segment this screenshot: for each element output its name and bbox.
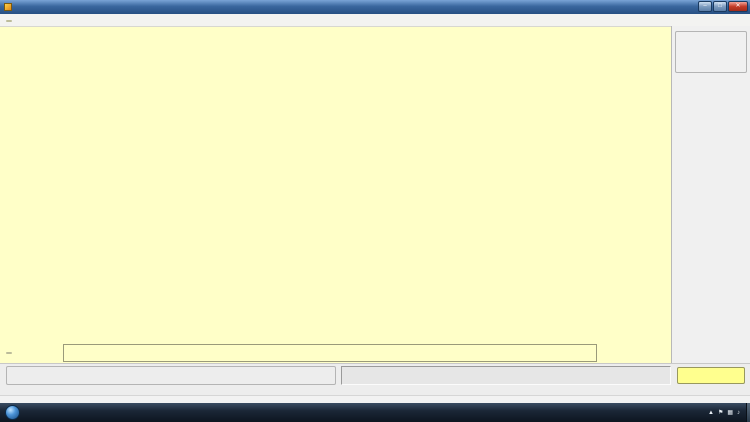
taskbar: ▲ ⚑ ▦ ♪ xyxy=(0,403,750,422)
volume-icon[interactable]: ♪ xyxy=(737,410,740,416)
legend-row-2 xyxy=(66,354,594,362)
hidden-icons-chevron-icon[interactable]: ▲ xyxy=(708,410,714,416)
chart-view-group xyxy=(675,31,747,73)
system-tray: ▲ ⚑ ▦ ♪ xyxy=(704,403,744,422)
title-bar[interactable]: – □ ✕ xyxy=(0,0,750,14)
legend-row-1 xyxy=(66,346,594,354)
frequency-response-chart[interactable] xyxy=(0,26,750,363)
ready-status xyxy=(0,395,750,403)
audiolense-window: – □ ✕ ▲ ⚑ ▦ ♪ xyxy=(0,0,750,422)
chart-legend xyxy=(63,344,597,362)
minimize-button[interactable]: – xyxy=(698,1,712,12)
action-center-flag-icon[interactable]: ⚑ xyxy=(718,410,723,416)
mag-label[interactable] xyxy=(6,20,12,22)
maximize-button[interactable]: □ xyxy=(713,1,727,12)
start-button-icon[interactable] xyxy=(5,405,20,420)
show-desktop-button[interactable] xyxy=(746,403,750,422)
bottom-chart-view-group xyxy=(6,366,336,385)
sidebar xyxy=(671,26,750,363)
close-button[interactable]: ✕ xyxy=(728,1,748,12)
current-frequency-panel xyxy=(341,366,671,385)
network-icon[interactable]: ▦ xyxy=(727,410,733,416)
bottom-panel xyxy=(0,363,750,395)
app-icon xyxy=(4,3,12,11)
exit-button[interactable] xyxy=(677,367,745,384)
